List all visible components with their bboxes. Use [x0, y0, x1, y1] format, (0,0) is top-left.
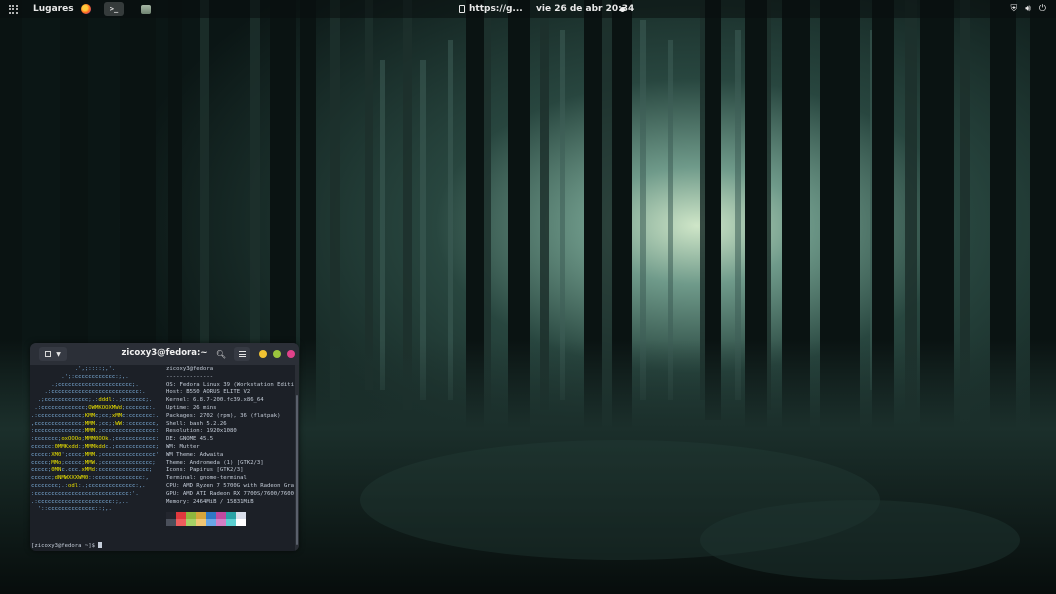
- color-palette: [166, 512, 246, 526]
- logo-line: cccccccc;.:odl:.;cccccccccccccc:,.: [31, 482, 146, 489]
- info-line: Terminal: gnome-terminal: [166, 475, 247, 482]
- power-icon[interactable]: ⏻: [1039, 4, 1046, 14]
- logo-line: .:cccccccccccccccccccccccccc:.: [31, 389, 146, 396]
- terminal-scrollbar[interactable]: [295, 365, 299, 551]
- info-line: Shell: bash 5.2.26: [166, 420, 227, 427]
- logo-line: ccccc;MMo;ccccc;MMW.;ccccccccccccccc;: [31, 459, 156, 466]
- palette-swatch: [166, 512, 176, 519]
- palette-swatch: [166, 519, 176, 526]
- terminal-menu-button[interactable]: [234, 347, 250, 361]
- volume-icon[interactable]: 🔊︎: [1025, 4, 1031, 14]
- palette-swatch: [236, 512, 246, 519]
- chevron-down-icon: ▼: [56, 350, 61, 358]
- palette-swatch: [196, 519, 206, 526]
- info-line: --------------: [166, 373, 214, 380]
- notification-dot: [620, 0, 625, 18]
- palette-swatch: [196, 512, 206, 519]
- taskbar-files[interactable]: [136, 2, 156, 16]
- info-line: Resolution: 1920x1080: [166, 428, 237, 435]
- maximize-button[interactable]: [273, 350, 281, 358]
- terminal-icon: >_: [109, 5, 119, 13]
- info-line: OS: Fedora Linux 39 (Workstation Editi: [166, 381, 294, 388]
- palette-swatch: [216, 519, 226, 526]
- shell-prompt[interactable]: [zicoxy3@fedora ~]$: [31, 542, 103, 549]
- palette-swatch: [176, 519, 186, 526]
- terminal-search-button[interactable]: 🔍︎: [214, 347, 228, 361]
- palette-swatch: [216, 512, 226, 519]
- places-menu[interactable]: Lugares: [33, 0, 74, 18]
- logo-line: ,cccccccccccccc;MMM.;cc;;WW::cccccccc,: [31, 420, 160, 427]
- info-line: Host: B550 AORUS ELITE V2: [166, 389, 251, 396]
- palette-swatch: [186, 512, 196, 519]
- info-line: CPU: AMD Ryzen 7 5700G with Radeon Gra: [166, 482, 294, 489]
- logo-line: .:cccccccccccccccccccccc:;,..: [31, 498, 129, 505]
- info-line: Theme: Andromeda (1) [GTK2/3]: [166, 459, 264, 466]
- minimize-button[interactable]: [259, 350, 267, 358]
- info-line: Icons: Papirus [GTK2/3]: [166, 467, 244, 474]
- info-line: Packages: 2702 (rpm), 36 (flatpak): [166, 412, 281, 419]
- palette-swatch: [176, 512, 186, 519]
- palette-swatch: [236, 519, 246, 526]
- logo-line: ccccc;0MNc.ccc.xMMd:ccccccccccccccc;: [31, 467, 153, 474]
- files-icon: [141, 4, 151, 14]
- info-line: DE: GNOME 45.5: [166, 436, 214, 443]
- logo-line: .';:cccccccccccc:;,.: [31, 373, 129, 380]
- palette-swatch: [226, 519, 236, 526]
- logo-line: .:ccccccccccccc;OWMKOOXMWd;ccccccc:.: [31, 404, 156, 411]
- logo-line: .',;::::;,'.: [31, 366, 116, 372]
- scrollbar-thumb[interactable]: [296, 395, 298, 545]
- top-bar: Lugares >_ https://g... vie 26 de abr 20…: [0, 0, 1056, 18]
- window-title-text: https://g...: [469, 4, 523, 14]
- palette-swatch: [226, 512, 236, 519]
- terminal-window[interactable]: ▼ zicoxy3@fedora:~ 🔍︎ .',;::::;,'. .';:c…: [30, 343, 299, 551]
- info-line: GPU: AMD ATI Radeon RX 7700S/7600/7600: [166, 490, 294, 497]
- app-grid-icon: [8, 4, 18, 14]
- text-cursor: [98, 542, 103, 548]
- palette-swatch: [186, 519, 196, 526]
- search-icon: 🔍︎: [215, 349, 227, 359]
- shield-icon[interactable]: ⛨: [1010, 4, 1017, 14]
- focused-window-title[interactable]: https://g...: [459, 0, 523, 18]
- logo-line: cccccc;dNMWXXXWM0::cccccccccccccc:,: [31, 475, 149, 482]
- hamburger-menu-icon: [238, 351, 246, 357]
- info-line: Kernel: 6.8.7-200.fc39.x86_64: [166, 397, 264, 404]
- info-line: Uptime: 26 mins: [166, 404, 217, 411]
- fedora-ascii-logo: .',;::::;,'. .';:cccccccccccc:;,. .;cccc…: [31, 366, 161, 514]
- info-line: WM: Mutter: [166, 443, 200, 450]
- logo-line: :cccccccccccccc;MMM.;cccccccccccccccc:: [31, 428, 159, 435]
- terminal-header-bar[interactable]: ▼ zicoxy3@fedora:~ 🔍︎: [30, 343, 299, 365]
- logo-line: .;cccccccccccccccccccccc;.: [31, 381, 139, 388]
- prompt-text: [zicoxy3@fedora ~]$: [31, 543, 99, 549]
- document-icon: [459, 5, 465, 13]
- taskbar-firefox[interactable]: [76, 2, 96, 16]
- new-tab-button[interactable]: ▼: [39, 347, 67, 361]
- logo-line: ccccc:XM0';cccc;MMM.;cccccccccccccccc': [31, 451, 160, 458]
- firefox-icon: [81, 4, 91, 14]
- logo-line: .;ccccccccccccc;.:dddl:.;ccccccc;.: [31, 397, 153, 404]
- close-button[interactable]: [287, 350, 295, 358]
- logo-line: cccccc:0MMKxdd:;MMMkddc.;cccccccccccc;: [31, 443, 160, 450]
- palette-swatch: [206, 519, 216, 526]
- new-tab-icon: [45, 351, 52, 357]
- palette-swatch: [206, 512, 216, 519]
- activities-button[interactable]: [6, 0, 20, 18]
- system-tray[interactable]: ⛨ 🔊︎ ⏻: [1010, 0, 1046, 18]
- info-line: WM Theme: Adwaita: [166, 451, 224, 458]
- logo-line: '::cccccccccccccc::;,.: [31, 506, 112, 513]
- terminal-output[interactable]: .',;::::;,'. .';:cccccccccccc:;,. .;cccc…: [30, 365, 295, 551]
- neofetch-info: zicoxy3@fedora -------------- OS: Fedora L…: [166, 366, 294, 506]
- info-line: zicoxy3@fedora: [166, 366, 214, 372]
- info-line: Memory: 2464MiB / 15831MiB: [166, 498, 254, 505]
- logo-line: :ccccccc;oxOOOo;MMM0OOk.;cccccccccccc:: [31, 436, 160, 443]
- logo-line: :cccccccccccccccccccccccccccc:'.: [31, 490, 139, 497]
- logo-line: .:ccccccccccccc;KMMc;cc;xMMc:ccccccc:.: [31, 412, 159, 419]
- taskbar-terminal[interactable]: >_: [104, 2, 124, 16]
